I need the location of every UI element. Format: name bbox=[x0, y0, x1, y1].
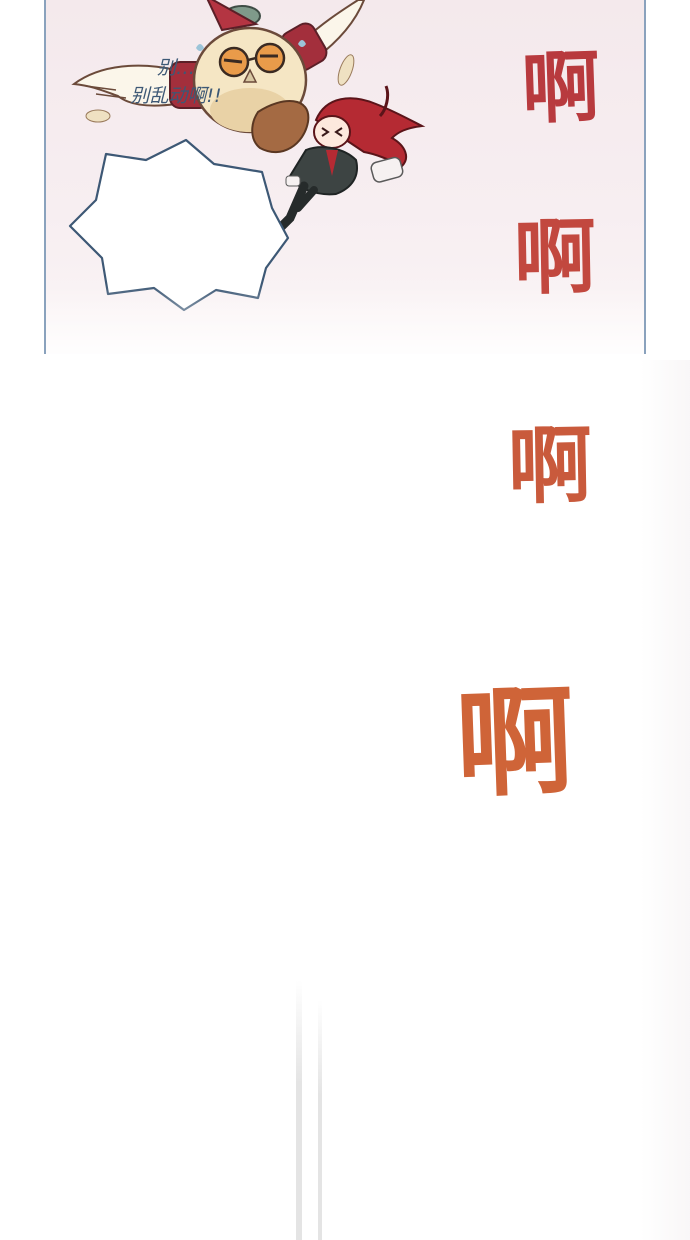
speech-line-1: 别… bbox=[156, 57, 195, 79]
motion-streak bbox=[296, 980, 302, 1240]
speech-bubble-text: 别… 别乱动啊!! bbox=[106, 54, 246, 110]
sound-effect-2: 啊 bbox=[513, 210, 593, 307]
sound-effect-3: 啊 bbox=[507, 416, 589, 516]
motion-streak bbox=[318, 1000, 322, 1240]
right-edge-haze bbox=[640, 360, 690, 1240]
comic-page: 别… 别乱动啊!! 啊 啊 啊 啊 bbox=[0, 0, 690, 1240]
sound-effect-1: 啊 bbox=[520, 42, 598, 136]
sound-effect-4: 啊 bbox=[453, 672, 573, 814]
speech-line-2: 别乱动啊!! bbox=[130, 85, 222, 107]
